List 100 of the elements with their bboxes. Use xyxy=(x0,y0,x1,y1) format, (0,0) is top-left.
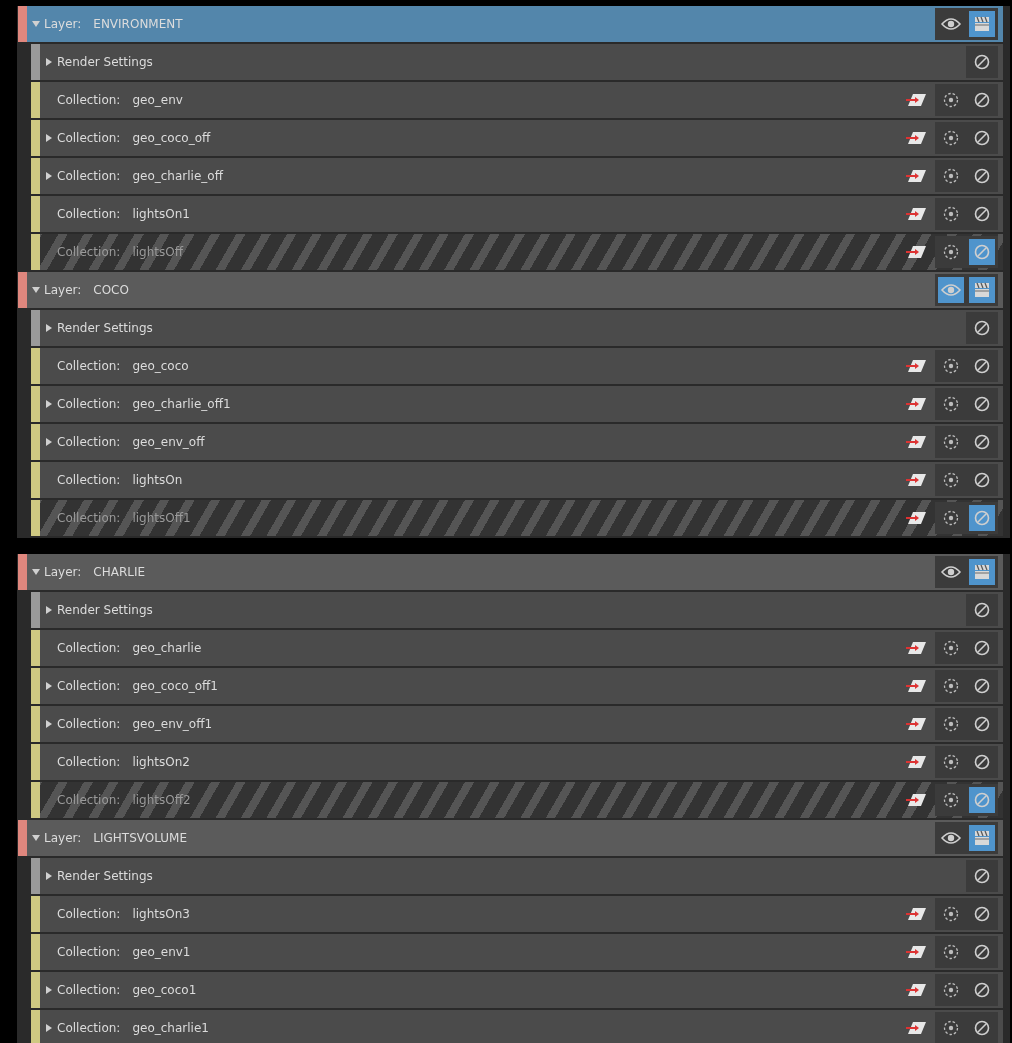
override-icon[interactable] xyxy=(905,359,927,373)
collection-row[interactable]: Collection: geo_env1 xyxy=(40,934,1003,970)
collection-color-bar xyxy=(31,744,40,780)
collection-row[interactable]: Collection: geo_coco_off1 xyxy=(40,668,1003,704)
isolate-icon xyxy=(943,434,959,450)
layer-label: Layer: xyxy=(44,565,82,579)
collection-row[interactable]: Collection: geo_charlie_off xyxy=(40,158,1003,194)
isolate-icon xyxy=(943,792,959,808)
collection-color-bar xyxy=(31,44,40,80)
collection-color-bar xyxy=(31,592,40,628)
collection-label: Collection: xyxy=(57,1021,121,1035)
collection-name: geo_coco_off xyxy=(132,131,211,145)
collection-label: Collection: xyxy=(57,435,121,449)
expand-toggle-icon[interactable] xyxy=(44,57,54,67)
render-settings-row[interactable]: Render Settings xyxy=(40,858,1003,894)
isolate-icon xyxy=(943,244,959,260)
isolate-icon xyxy=(943,168,959,184)
expand-toggle-icon[interactable] xyxy=(31,833,41,843)
collection-label: Collection: xyxy=(57,641,121,655)
collection-row[interactable]: Collection: geo_charlie xyxy=(40,630,1003,666)
layer-name: COCO xyxy=(93,283,129,297)
collection-row[interactable]: Collection: geo_env_off1 xyxy=(40,706,1003,742)
override-icon[interactable] xyxy=(905,207,927,221)
override-icon[interactable] xyxy=(905,435,927,449)
expand-toggle-icon[interactable] xyxy=(44,985,54,995)
override-icon[interactable] xyxy=(905,755,927,769)
collection-name: lightsOff2 xyxy=(132,793,191,807)
isolate-icon xyxy=(943,206,959,222)
override-icon[interactable] xyxy=(905,131,927,145)
expand-toggle-icon[interactable] xyxy=(44,605,54,615)
isolate-icon xyxy=(943,754,959,770)
override-icon[interactable] xyxy=(905,717,927,731)
render-settings-label: Render Settings xyxy=(57,603,153,617)
expand-toggle-icon[interactable] xyxy=(31,19,41,29)
layer-name: ENVIRONMENT xyxy=(93,17,183,31)
isolate-icon xyxy=(943,678,959,694)
isolate-icon xyxy=(943,944,959,960)
override-icon[interactable] xyxy=(905,93,927,107)
collection-color-bar xyxy=(31,896,40,932)
eye-icon xyxy=(941,831,961,845)
expand-toggle-icon[interactable] xyxy=(44,871,54,881)
override-icon[interactable] xyxy=(905,679,927,693)
collection-row[interactable]: Collection: geo_charlie1 xyxy=(40,1010,1003,1043)
override-icon[interactable] xyxy=(905,473,927,487)
collection-row[interactable]: Collection: geo_charlie_off1 xyxy=(40,386,1003,422)
collection-label: Collection: xyxy=(57,717,121,731)
expand-toggle-icon[interactable] xyxy=(44,323,54,333)
override-icon[interactable] xyxy=(905,945,927,959)
renderable-button[interactable] xyxy=(969,11,995,37)
collection-name: lightsOn1 xyxy=(132,207,190,221)
expand-toggle-icon[interactable] xyxy=(44,437,54,447)
layer-color-bar xyxy=(18,272,27,308)
renderable-button[interactable] xyxy=(969,825,995,851)
collection-row[interactable]: Collection: geo_coco_off xyxy=(40,120,1003,156)
collection-label: Collection: xyxy=(57,359,121,373)
collection-label: Collection: xyxy=(57,755,121,769)
layer-label: Layer: xyxy=(44,283,82,297)
layer-name: CHARLIE xyxy=(93,565,146,579)
collection-row[interactable]: Collection: geo_coco xyxy=(40,348,1003,384)
collection-row[interactable]: Collection: lightsOn xyxy=(40,462,1003,498)
layer-row[interactable]: Layer: COCO xyxy=(27,272,1003,308)
render-settings-row[interactable]: Render Settings xyxy=(40,310,1003,346)
render-settings-row[interactable]: Render Settings xyxy=(40,44,1003,80)
override-icon[interactable] xyxy=(905,169,927,183)
override-icon[interactable] xyxy=(905,1021,927,1035)
clapperboard-icon xyxy=(974,564,990,580)
collection-row[interactable]: Collection: lightsOn1 xyxy=(40,196,1003,232)
collection-name: geo_charlie_off xyxy=(132,169,223,183)
layer-color-bar xyxy=(18,6,27,42)
override-icon[interactable] xyxy=(905,983,927,997)
renderable-button[interactable] xyxy=(969,277,995,303)
expand-toggle-icon[interactable] xyxy=(44,1023,54,1033)
layer-row[interactable]: Layer: LIGHTSVOLUME xyxy=(27,820,1003,856)
expand-toggle-icon[interactable] xyxy=(31,567,41,577)
collection-color-bar xyxy=(31,1010,40,1043)
collection-name: geo_env_off xyxy=(132,435,205,449)
expand-toggle-icon[interactable] xyxy=(31,285,41,295)
collection-label: Collection: xyxy=(57,679,121,693)
layer-row[interactable]: Layer: CHARLIE xyxy=(27,554,1003,590)
renderable-button[interactable] xyxy=(969,559,995,585)
expand-toggle-icon[interactable] xyxy=(44,719,54,729)
collection-row[interactable]: Collection: lightsOn3 xyxy=(40,896,1003,932)
collection-name: lightsOff1 xyxy=(132,511,191,525)
clapperboard-icon xyxy=(974,16,990,32)
expand-toggle-icon[interactable] xyxy=(44,399,54,409)
collection-row[interactable]: Collection: geo_env xyxy=(40,82,1003,118)
override-icon[interactable] xyxy=(905,907,927,921)
override-icon[interactable] xyxy=(905,641,927,655)
collection-label: Collection: xyxy=(57,169,121,183)
expand-toggle-icon[interactable] xyxy=(44,133,54,143)
expand-toggle-icon[interactable] xyxy=(44,681,54,691)
eye-icon xyxy=(941,565,961,579)
collection-row[interactable]: Collection: geo_env_off xyxy=(40,424,1003,460)
collection-name: lightsOff xyxy=(132,245,183,259)
collection-color-bar xyxy=(31,668,40,704)
expand-toggle-icon[interactable] xyxy=(44,171,54,181)
collection-row[interactable]: Collection: geo_coco1 xyxy=(40,972,1003,1008)
collection-row[interactable]: Collection: lightsOn2 xyxy=(40,744,1003,780)
override-icon[interactable] xyxy=(905,397,927,411)
render-settings-row[interactable]: Render Settings xyxy=(40,592,1003,628)
